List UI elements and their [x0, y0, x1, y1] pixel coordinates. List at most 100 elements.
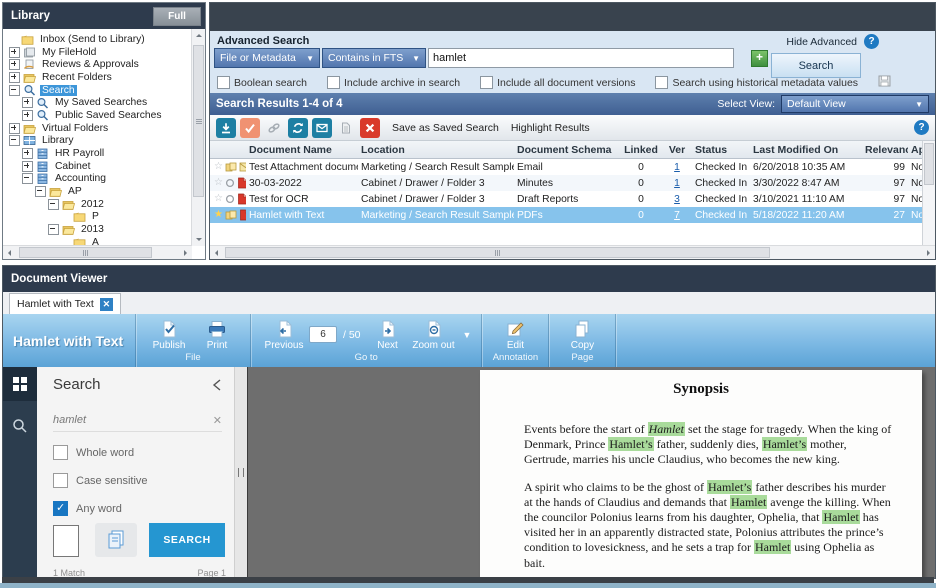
- version-link[interactable]: 3: [674, 194, 680, 205]
- cell-ver[interactable]: 1: [662, 162, 692, 173]
- library-hscroll-thumb[interactable]: [19, 247, 152, 258]
- collapse-icon[interactable]: [22, 173, 33, 184]
- column-header-last-modified-on[interactable]: Last Modified On: [750, 144, 862, 156]
- search-option-checkbox[interactable]: Include all document versions: [480, 76, 635, 89]
- collapse-icon[interactable]: [9, 135, 20, 146]
- tree-item-my-filehold[interactable]: My FileHold: [3, 46, 192, 59]
- tree-item-inbox-send-to-library-[interactable]: Inbox (Send to Library): [3, 33, 192, 46]
- tree-item-p[interactable]: P: [3, 211, 192, 224]
- collapse-icon[interactable]: [48, 199, 59, 210]
- option-case-sensitive[interactable]: Case sensitive: [53, 473, 148, 488]
- star-outline-icon[interactable]: ☆: [214, 178, 223, 188]
- checkbox-icon[interactable]: [480, 76, 493, 89]
- scroll-right-icon[interactable]: [922, 246, 935, 259]
- scroll-up-icon[interactable]: [192, 29, 205, 42]
- scroll-right-icon[interactable]: [179, 246, 192, 259]
- clear-search-icon[interactable]: ✕: [213, 414, 222, 427]
- cell-ver[interactable]: 3: [662, 194, 692, 205]
- version-link[interactable]: 1: [674, 162, 680, 173]
- help-icon[interactable]: ?: [864, 34, 879, 49]
- view-document-icon[interactable]: [336, 118, 356, 138]
- scroll-left-icon[interactable]: [3, 246, 16, 259]
- edit-annotation-button[interactable]: Edit: [492, 319, 538, 351]
- view-dropdown[interactable]: Default View▼: [781, 95, 929, 113]
- zoom-out-button[interactable]: Zoom out: [409, 319, 459, 351]
- publish-button[interactable]: Publish: [146, 319, 192, 351]
- results-hscroll-thumb[interactable]: [225, 247, 770, 258]
- panel-splitter[interactable]: [235, 367, 247, 578]
- all-pages-icon[interactable]: [95, 523, 137, 557]
- cell-ver[interactable]: 1: [662, 178, 692, 189]
- hide-advanced-link[interactable]: Hide Advanced: [786, 36, 857, 48]
- version-link[interactable]: 7: [674, 210, 680, 221]
- expand-icon[interactable]: [22, 97, 33, 108]
- results-horizontal-scrollbar[interactable]: [210, 245, 935, 259]
- tree-item-my-saved-searches[interactable]: My Saved Searches: [3, 96, 192, 109]
- expand-icon[interactable]: [22, 110, 33, 121]
- tree-item-public-saved-searches[interactable]: Public Saved Searches: [3, 109, 192, 122]
- tree-item-virtual-folders[interactable]: Virtual Folders: [3, 122, 192, 135]
- tree-item-2012[interactable]: 2012: [3, 198, 192, 211]
- library-vscroll-thumb[interactable]: [193, 45, 204, 197]
- tree-item-search[interactable]: Search: [3, 84, 192, 97]
- add-criteria-button[interactable]: +: [751, 50, 768, 67]
- checkbox-icon[interactable]: [53, 501, 68, 516]
- search-option-checkbox[interactable]: Boolean search: [217, 76, 307, 89]
- field-type-dropdown[interactable]: File or Metadata▼: [214, 48, 320, 68]
- expand-icon[interactable]: [22, 161, 33, 172]
- tree-item-2013[interactable]: 2013: [3, 223, 192, 236]
- tree-item-hr-payroll[interactable]: HR Payroll: [3, 147, 192, 160]
- previous-page-button[interactable]: Previous: [261, 319, 307, 351]
- result-row-4[interactable]: ★Hamlet with TextMarketing / Search Resu…: [210, 207, 935, 223]
- column-header-ver[interactable]: Ver: [662, 144, 692, 156]
- scroll-left-icon[interactable]: [210, 246, 223, 259]
- link-icon[interactable]: [264, 118, 284, 138]
- search-option-checkbox[interactable]: Search using historical metadata values: [655, 76, 858, 89]
- thumbnails-icon[interactable]: [3, 367, 37, 401]
- save-as-saved-search-link[interactable]: Save as Saved Search: [392, 122, 499, 134]
- expand-icon[interactable]: [9, 59, 20, 70]
- checkbox-icon[interactable]: [53, 473, 68, 488]
- collapse-icon[interactable]: [9, 85, 20, 96]
- column-header-linked[interactable]: Linked: [620, 144, 662, 156]
- operator-dropdown[interactable]: Contains in FTS▼: [322, 48, 426, 68]
- star-filled-icon[interactable]: ★: [214, 210, 223, 220]
- page-number-input[interactable]: 6: [309, 326, 337, 343]
- tree-item-library[interactable]: Library: [3, 135, 192, 148]
- zoom-dropdown-icon[interactable]: ▼: [463, 330, 472, 340]
- checkbox-icon[interactable]: [655, 76, 668, 89]
- expand-icon[interactable]: [22, 148, 33, 159]
- collapse-icon[interactable]: [48, 224, 59, 235]
- checkbox-icon[interactable]: [217, 76, 230, 89]
- tab-hamlet-with-text[interactable]: Hamlet with Text ✕: [9, 293, 121, 314]
- search-option-checkbox[interactable]: Include archive in search: [327, 76, 460, 89]
- column-header-status[interactable]: Status: [692, 144, 750, 156]
- next-page-button[interactable]: Next: [369, 319, 407, 351]
- result-row-3[interactable]: ☆Test for OCRCabinet / Drawer / Folder 3…: [210, 191, 935, 207]
- collapse-panel-icon[interactable]: [212, 378, 222, 396]
- download-icon[interactable]: [216, 118, 236, 138]
- checkbox-icon[interactable]: [327, 76, 340, 89]
- tree-item-reviews-approvals[interactable]: Reviews & Approvals: [3, 58, 192, 71]
- tree-item-cabinet[interactable]: Cabinet: [3, 160, 192, 173]
- tree-item-ap[interactable]: AP: [3, 185, 192, 198]
- page-option-toggle[interactable]: [53, 525, 79, 557]
- star-outline-icon[interactable]: ☆: [214, 162, 223, 172]
- checkout-icon[interactable]: [240, 118, 260, 138]
- option-whole-word[interactable]: Whole word: [53, 445, 134, 460]
- checkbox-icon[interactable]: [53, 445, 68, 460]
- column-header-relevance[interactable]: Relevance ▾: [862, 144, 908, 156]
- results-vertical-scrollbar[interactable]: [922, 141, 935, 246]
- column-header-location[interactable]: Location: [358, 144, 514, 156]
- expand-icon[interactable]: [9, 123, 20, 134]
- results-vscroll-thumb[interactable]: [924, 143, 934, 185]
- tree-item-accounting[interactable]: Accounting: [3, 173, 192, 186]
- result-row-1[interactable]: ☆Test Attachment documentMarketing / Sea…: [210, 159, 935, 175]
- save-criteria-icon[interactable]: [878, 75, 891, 90]
- print-button[interactable]: Print: [194, 319, 240, 351]
- help-icon[interactable]: ?: [914, 120, 929, 135]
- sidebar-search-button[interactable]: SEARCH: [149, 523, 225, 557]
- copy-page-button[interactable]: Copy: [559, 319, 605, 351]
- close-tab-icon[interactable]: ✕: [100, 298, 113, 311]
- column-header-document-name[interactable]: Document Name: [246, 144, 358, 156]
